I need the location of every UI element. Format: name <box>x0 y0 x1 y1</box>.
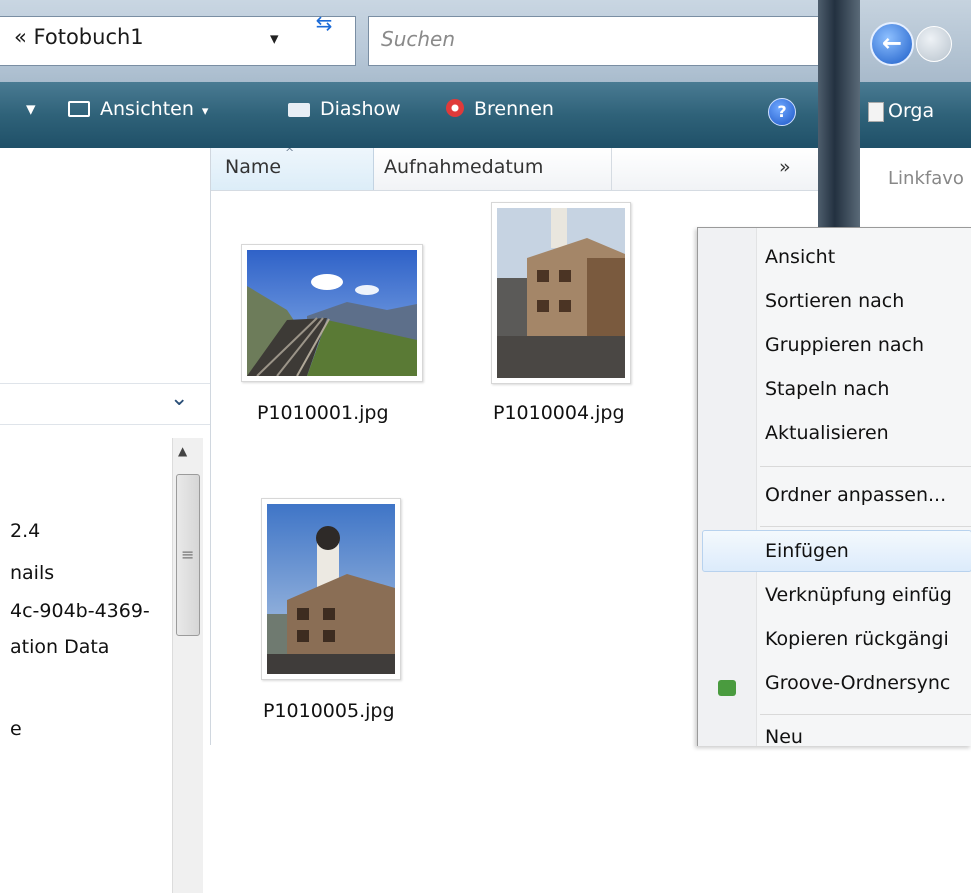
file-name[interactable]: P1010004.jpg <box>493 402 625 424</box>
folders-header[interactable]: ⌄ <box>0 383 210 425</box>
views-dropdown-icon: ▾ <box>201 104 209 119</box>
refresh-icon[interactable]: ⇆ <box>304 6 344 40</box>
file-thumbnail[interactable] <box>491 202 631 384</box>
menu-item-stack-by[interactable]: Stapeln nach <box>765 378 889 400</box>
organize-icon <box>868 102 884 122</box>
column-separator <box>611 148 612 190</box>
views-button[interactable]: Ansichten ▾ <box>68 98 208 120</box>
folder-tree-item[interactable]: nails <box>10 562 54 584</box>
column-header-date-taken[interactable]: Aufnahmedatum <box>384 156 543 178</box>
photo-church-house <box>267 504 395 674</box>
organize-dropdown-icon[interactable]: ▾ <box>26 98 36 120</box>
menu-separator <box>760 526 971 527</box>
photo-old-house <box>497 208 625 378</box>
help-icon[interactable]: ? <box>768 98 796 126</box>
forward-arrow-icon[interactable] <box>916 26 952 62</box>
slideshow-button[interactable]: Diashow <box>288 98 401 120</box>
nav-scrollbar[interactable]: ▲ ≡ <box>172 438 203 893</box>
column-name-label: Name <box>225 156 282 178</box>
chevron-down-icon[interactable]: ⌄ <box>170 386 188 411</box>
burn-icon <box>446 99 464 117</box>
search-placeholder: Suchen <box>381 27 456 51</box>
address-dropdown-icon[interactable]: ▾ <box>270 29 279 49</box>
more-columns-icon[interactable]: » <box>779 156 791 178</box>
menu-item-paste-shortcut[interactable]: Verknüpfung einfüg <box>765 584 952 606</box>
menu-item-refresh[interactable]: Aktualisieren <box>765 422 889 444</box>
command-toolbar: ▾ Ansichten ▾ Diashow Brennen ? <box>0 82 818 149</box>
slideshow-icon <box>288 103 310 117</box>
navigation-pane: ⌄ 2.4 nails 4c-904b-4369- ation Data e ▲… <box>0 148 211 893</box>
back-arrow-icon[interactable]: ← <box>870 22 914 66</box>
menu-item-groove-sync[interactable]: Groove-Ordnersync <box>765 672 950 694</box>
folder-tree-item[interactable]: e <box>10 718 22 740</box>
column-header-row: ^ Name Aufnahmedatum » <box>211 146 818 191</box>
right-window-nav: ← <box>860 0 971 82</box>
organize-button[interactable]: Orga <box>888 100 934 122</box>
menu-separator <box>760 466 971 467</box>
file-name[interactable]: P1010001.jpg <box>257 402 389 424</box>
file-name[interactable]: P1010005.jpg <box>263 700 395 722</box>
breadcrumb-overflow[interactable]: « <box>14 25 27 49</box>
address-bar-area: « Fotobuch1 ▾ ⇆ Suchen <box>0 0 828 83</box>
menu-item-customize-folder[interactable]: Ordner anpassen... <box>765 484 946 506</box>
menu-separator <box>760 714 971 715</box>
folder-tree-item[interactable]: ation Data <box>10 636 109 658</box>
context-menu: Ansicht Sortieren nach Gruppieren nach S… <box>697 227 971 748</box>
file-thumbnail[interactable] <box>241 244 423 382</box>
menu-icon-gutter <box>698 228 757 746</box>
address-field[interactable]: « Fotobuch1 ▾ <box>0 16 356 66</box>
folder-tree-item[interactable]: 2.4 <box>10 520 40 542</box>
menu-item-paste[interactable]: Einfügen <box>765 540 849 562</box>
menu-item-group-by[interactable]: Gruppieren nach <box>765 334 924 356</box>
photo-railroad <box>247 250 417 376</box>
right-window-toolbar: Orga <box>860 82 971 148</box>
sort-ascending-icon: ^ <box>285 146 295 159</box>
folder-tree-item[interactable]: 4c-904b-4369- <box>10 600 150 622</box>
views-icon <box>68 101 90 117</box>
scroll-up-icon[interactable]: ▲ <box>178 444 187 458</box>
favorite-links-header: Linkfavo <box>888 168 964 189</box>
breadcrumb-folder[interactable]: Fotobuch1 <box>34 25 144 49</box>
grip-icon: ≡ <box>181 545 195 564</box>
search-input[interactable]: Suchen <box>368 16 825 66</box>
column-header-name[interactable]: ^ Name <box>211 146 374 190</box>
menu-item-view[interactable]: Ansicht <box>765 246 835 268</box>
file-thumbnail[interactable] <box>261 498 401 680</box>
scroll-thumb[interactable]: ≡ <box>176 474 200 636</box>
menu-item-sort-by[interactable]: Sortieren nach <box>765 290 904 312</box>
burn-button[interactable]: Brennen <box>446 98 554 120</box>
menu-item-undo-copy[interactable]: Kopieren rückgängi <box>765 628 949 650</box>
groove-sync-icon <box>718 680 736 696</box>
